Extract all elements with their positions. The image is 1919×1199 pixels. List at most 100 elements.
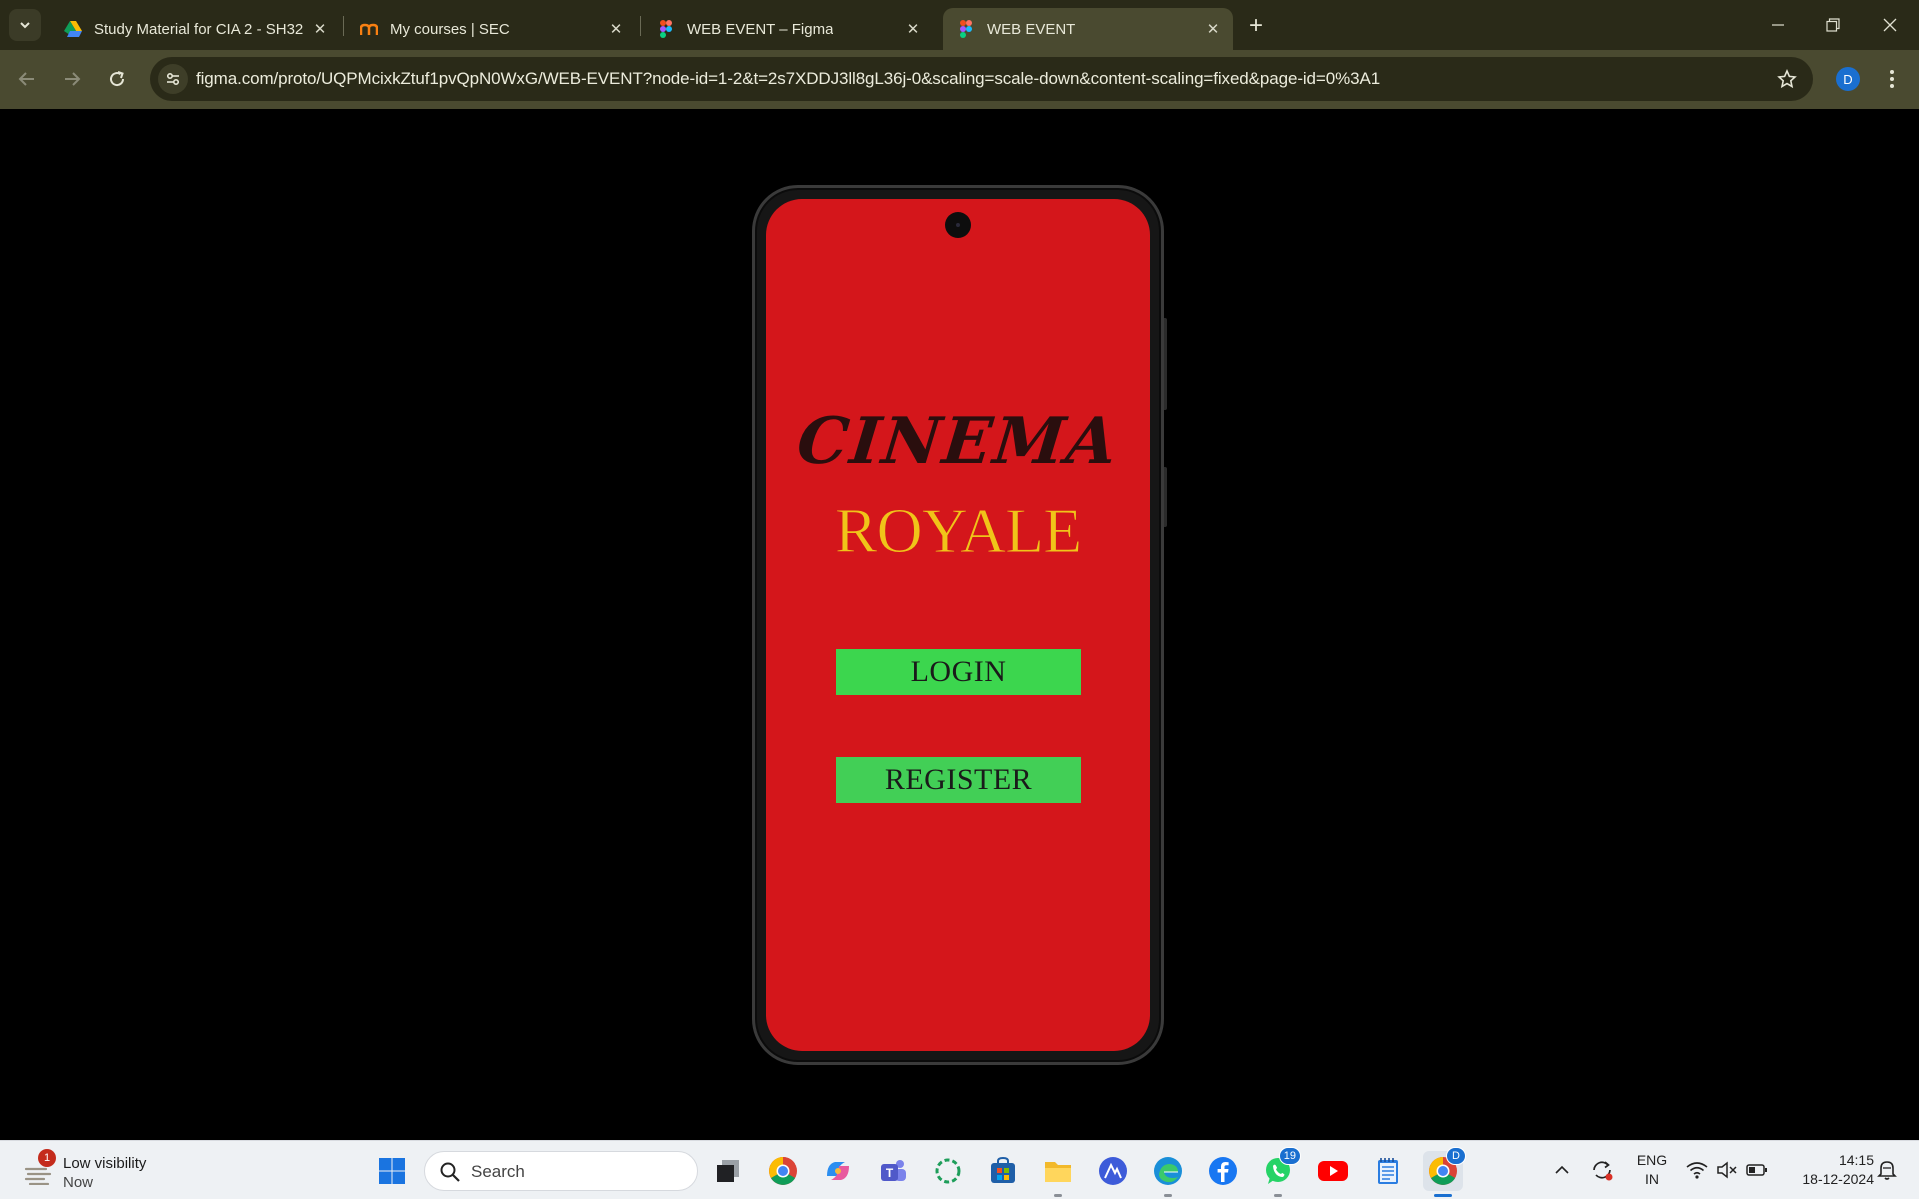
active-indicator [1434,1194,1452,1197]
register-button[interactable]: REGISTER [836,757,1081,803]
taskbar-edge[interactable] [1148,1151,1188,1197]
chrome-icon [769,1157,797,1185]
show-hidden-icons-button[interactable] [1550,1155,1574,1185]
star-icon [1777,69,1797,89]
close-tab-icon[interactable]: ✕ [1203,19,1223,39]
notifications-button[interactable] [1874,1155,1900,1185]
taskbar-notepad[interactable] [1368,1151,1408,1191]
chevron-up-icon [1555,1165,1569,1174]
taskbar-youtube[interactable] [1313,1151,1353,1191]
minimize-button[interactable] [1758,8,1798,42]
arrow-right-icon [65,72,81,86]
minimize-icon [1772,24,1784,26]
new-tab-button[interactable]: + [1242,12,1270,40]
address-bar[interactable]: figma.com/proto/UQPMcixkZtuf1pvQpN0WxG/W… [150,57,1813,101]
phone-screen: CINEMA ROYALE LOGIN REGISTER [766,199,1150,1051]
windows-taskbar: 1 Low visibility Now Search T 19 D ENG I… [0,1140,1919,1199]
brand-title-royale: ROYALE [834,495,1082,567]
close-tab-icon[interactable]: ✕ [606,19,626,39]
url-text[interactable]: figma.com/proto/UQPMcixkZtuf1pvQpN0WxG/W… [196,69,1380,89]
start-button[interactable] [372,1151,412,1191]
forward-button[interactable] [55,62,89,96]
taskbar-microsoft-store[interactable] [983,1151,1023,1191]
system-clock[interactable]: 14:15 18-12-2024 [1782,1151,1874,1189]
profile-badge: D [1446,1147,1466,1165]
close-window-button[interactable] [1870,8,1910,42]
wifi-icon [1686,1162,1708,1179]
weather-time: Now [63,1174,94,1191]
sync-status-button[interactable] [1587,1155,1617,1185]
weather-condition: Low visibility [63,1155,147,1172]
teams-icon: T [881,1160,906,1181]
more-vertical-icon [1890,70,1894,88]
taskbar-file-explorer[interactable] [1038,1151,1078,1197]
taskbar-whatsapp[interactable]: 19 [1258,1147,1301,1197]
front-camera [945,212,971,238]
back-button[interactable] [10,62,44,96]
tab-divider [640,16,641,36]
login-button[interactable]: LOGIN [836,649,1081,695]
tune-icon [166,72,180,86]
unread-count-badge: 19 [1278,1147,1301,1165]
search-icon [440,1162,460,1182]
weather-widget[interactable]: 1 Low visibility Now [20,1149,190,1193]
restore-button[interactable] [1813,8,1853,42]
bookmark-star-button[interactable] [1775,67,1799,91]
tab-search-button[interactable] [9,9,41,41]
chevron-down-icon [20,22,30,29]
phone-frame: CINEMA ROYALE LOGIN REGISTER [752,185,1164,1065]
running-indicator [1274,1194,1282,1197]
tab-title: My courses | SEC [390,20,510,38]
clock-time: 14:15 [1838,1152,1874,1168]
tab-web-event-active[interactable]: WEB EVENT ✕ [943,8,1233,50]
tab-my-courses[interactable]: My courses | SEC ✕ [346,8,636,50]
volume-status[interactable] [1714,1155,1740,1185]
running-indicator [1164,1194,1172,1197]
language-code: ENG [1636,1152,1668,1168]
tab-study-material[interactable]: Study Material for CIA 2 - SH32 ✕ [50,8,340,50]
taskbar-sync-app[interactable] [928,1151,968,1191]
browser-tab-bar: Study Material for CIA 2 - SH32 ✕ My cou… [0,0,1919,50]
arrow-left-icon [18,72,34,86]
tab-title: WEB EVENT [987,20,1076,38]
close-tab-icon[interactable]: ✕ [903,19,923,39]
battery-status[interactable] [1744,1155,1770,1185]
browser-menu-button[interactable] [1882,66,1902,92]
store-icon [991,1157,1015,1183]
browser-toolbar: figma.com/proto/UQPMcixkZtuf1pvQpN0WxG/W… [0,50,1919,109]
reload-button[interactable] [100,62,134,96]
prototype-viewport: CINEMA ROYALE LOGIN REGISTER [0,109,1919,1140]
taskbar-app-triangle[interactable] [1093,1151,1133,1191]
tab-divider [343,16,344,36]
taskbar-facebook[interactable] [1203,1151,1243,1191]
taskbar-chrome-profile[interactable]: D [1423,1147,1466,1197]
taskbar-teams[interactable]: T [873,1151,913,1191]
copilot-icon [827,1162,849,1180]
task-view-button[interactable] [708,1151,748,1191]
folder-icon [1045,1162,1071,1182]
profile-avatar[interactable]: D [1836,67,1860,91]
notepad-icon [1378,1158,1398,1184]
reload-icon [110,71,125,87]
taskbar-copilot[interactable] [818,1151,858,1191]
search-placeholder: Search [471,1162,525,1181]
windows-icon [379,1158,405,1184]
svg-text:T: T [886,1166,894,1180]
wifi-status[interactable] [1684,1155,1710,1185]
taskbar-search[interactable]: Search [424,1151,698,1191]
restore-icon [1826,18,1840,32]
site-info-button[interactable] [158,64,188,94]
tab-web-event-figma[interactable]: WEB EVENT – Figma ✕ [643,8,933,50]
brand-title-cinema: CINEMA [793,404,1123,479]
close-tab-icon[interactable]: ✕ [310,19,330,39]
figma-icon [957,20,975,38]
facebook-icon [1209,1157,1237,1185]
google-drive-icon [64,20,82,38]
language-indicator[interactable]: ENG IN [1632,1151,1672,1189]
close-icon [1883,18,1897,32]
taskbar-chrome[interactable] [763,1151,803,1191]
bell-icon [1877,1161,1897,1180]
tab-title: WEB EVENT – Figma [687,20,834,38]
region-code: IN [1645,1171,1659,1187]
moodle-icon [360,20,378,38]
